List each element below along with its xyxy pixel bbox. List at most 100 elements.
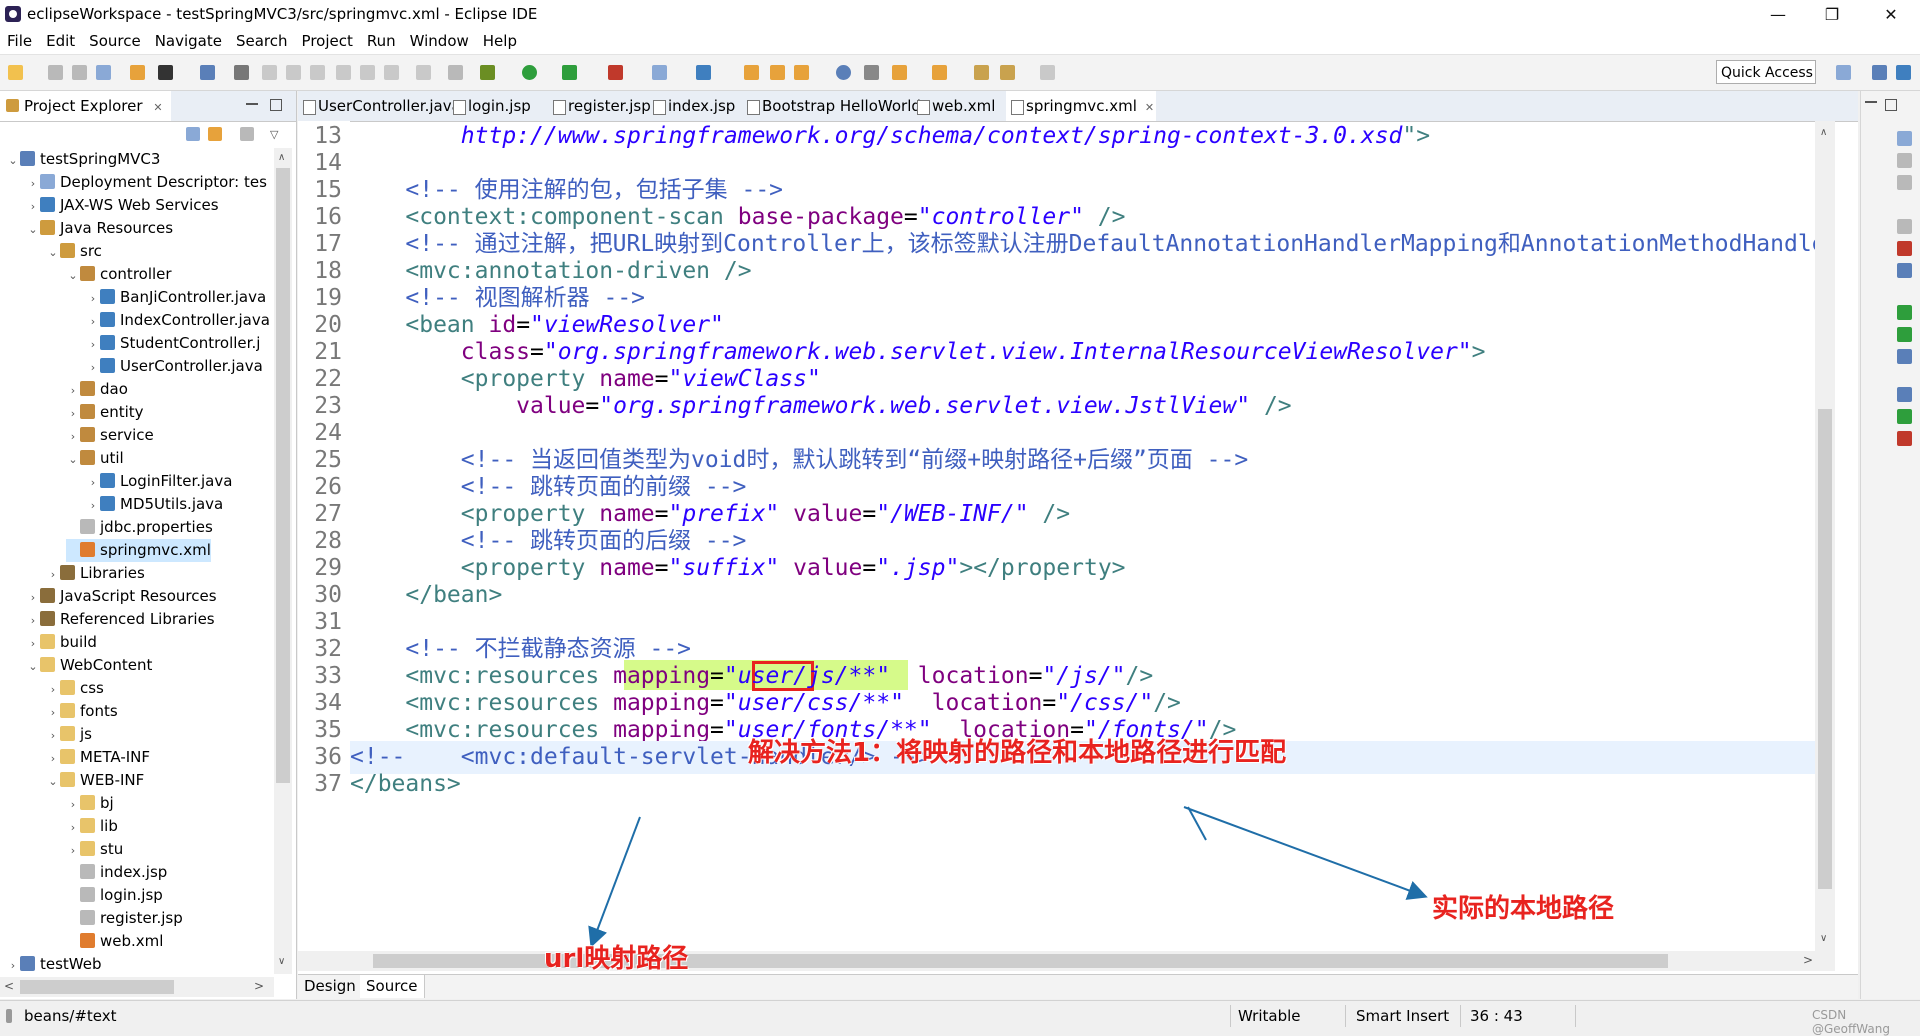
print-icon[interactable]	[96, 65, 111, 80]
chevron-down-icon[interactable]: ⌄	[66, 264, 80, 287]
menu-search[interactable]: Search	[229, 29, 295, 54]
close-view-icon[interactable]: ✕	[153, 101, 162, 114]
menu-run[interactable]: Run	[360, 29, 403, 54]
suspend-icon[interactable]	[286, 65, 301, 80]
save-all-icon[interactable]	[72, 65, 87, 80]
web-browser-icon[interactable]	[836, 65, 851, 80]
resume-icon[interactable]	[262, 65, 277, 80]
horizontal-scrollbar-thumb[interactable]	[20, 980, 174, 994]
maximize-view-icon[interactable]	[270, 99, 282, 111]
step-return-icon[interactable]	[384, 65, 399, 80]
chevron-right-icon[interactable]: ›	[46, 701, 60, 724]
tree-item-stu[interactable]: › stu	[66, 838, 123, 861]
tree-item-testspringmvc3[interactable]: ⌄ testSpringMVC3	[6, 148, 160, 171]
progress-view-icon[interactable]	[1897, 387, 1912, 402]
editor-tab-bootstrap-helloworld[interactable]: Bootstrap HelloWorld	[742, 91, 932, 121]
menu-help[interactable]: Help	[476, 29, 524, 54]
chevron-right-icon[interactable]: ›	[86, 333, 100, 356]
chevron-down-icon[interactable]: ▽	[270, 128, 278, 141]
tree-item-libraries[interactable]: › Libraries	[46, 562, 145, 585]
minimize-editor-icon[interactable]	[1865, 101, 1877, 103]
view-menu-icon[interactable]	[240, 127, 254, 141]
new-icon[interactable]	[8, 65, 23, 80]
terminate-icon[interactable]	[310, 65, 325, 80]
chevron-right-icon[interactable]: ›	[26, 195, 40, 218]
tree-item-jdbc-properties[interactable]: jdbc.properties	[66, 516, 213, 539]
tree-item-entity[interactable]: › entity	[66, 401, 144, 424]
project-explorer-tab[interactable]: Project Explorer ✕	[0, 91, 171, 121]
menu-window[interactable]: Window	[403, 29, 476, 54]
tree-item-web-xml[interactable]: web.xml	[66, 930, 163, 953]
problems-view-icon[interactable]	[1897, 409, 1912, 424]
run-icon[interactable]	[522, 65, 537, 80]
tree-item-fonts[interactable]: › fonts	[46, 700, 118, 723]
markers-view-icon[interactable]	[1897, 219, 1912, 234]
chevron-right-icon[interactable]: ›	[46, 678, 60, 701]
search-view-icon[interactable]	[1897, 431, 1912, 446]
servers-view-icon[interactable]	[1897, 263, 1912, 278]
menu-project[interactable]: Project	[295, 29, 360, 54]
chevron-right-icon[interactable]: ›	[86, 310, 100, 333]
tree-item-deployment-descriptor-tes[interactable]: › Deployment Descriptor: tes	[26, 171, 267, 194]
chevron-right-icon[interactable]: ›	[66, 816, 80, 839]
tree-item-usercontroller-java[interactable]: › UserController.java	[86, 355, 263, 378]
chevron-down-icon[interactable]: ⌄	[66, 448, 80, 471]
tab-design[interactable]: Design	[298, 975, 363, 998]
skip-breakpoints-icon[interactable]	[234, 65, 249, 80]
tree-item-dao[interactable]: › dao	[66, 378, 128, 401]
last-edit-location-icon[interactable]	[1040, 65, 1055, 80]
tree-item-src[interactable]: ⌄ src	[46, 240, 102, 263]
tree-item-javascript-resources[interactable]: › JavaScript Resources	[26, 585, 217, 608]
debug-icon[interactable]	[480, 65, 495, 80]
chevron-right-icon[interactable]: ›	[86, 356, 100, 379]
new-server-icon[interactable]	[652, 65, 667, 80]
tree-item-build[interactable]: › build	[26, 631, 97, 654]
project-explorer-horizontal-scrollbar[interactable]: < >	[0, 977, 274, 997]
scroll-up-icon[interactable]: ∧	[1820, 127, 1827, 138]
forward-icon[interactable]	[1000, 65, 1015, 80]
external-tools-icon[interactable]	[608, 65, 623, 80]
minimize-view-icon[interactable]	[246, 103, 258, 105]
menu-edit[interactable]: Edit	[39, 29, 82, 54]
chevron-right-icon[interactable]: ›	[66, 793, 80, 816]
use-step-filters-icon[interactable]	[448, 65, 463, 80]
scroll-right-icon[interactable]: >	[254, 979, 264, 993]
tree-item-webcontent[interactable]: ⌄ WebContent	[26, 654, 152, 677]
editor-horizontal-scrollbar[interactable]: >	[298, 951, 1835, 971]
data-source-explorer-icon[interactable]	[1897, 305, 1912, 320]
chevron-right-icon[interactable]: ›	[26, 632, 40, 655]
chevron-right-icon[interactable]: ›	[86, 287, 100, 310]
tree-item-indexcontroller-java[interactable]: › IndexController.java	[86, 309, 270, 332]
chevron-down-icon[interactable]: ⌄	[6, 149, 20, 172]
restore-button[interactable]: ❐	[1805, 0, 1859, 29]
outline-view-icon[interactable]	[1897, 131, 1912, 146]
chevron-right-icon[interactable]: ›	[26, 172, 40, 195]
tree-item-bj[interactable]: › bj	[66, 792, 114, 815]
tree-item-lib[interactable]: › lib	[66, 815, 118, 838]
drop-to-frame-icon[interactable]	[416, 65, 431, 80]
collapse-all-icon[interactable]	[186, 127, 200, 141]
toggle-annotation-icon[interactable]	[864, 65, 879, 80]
chevron-down-icon[interactable]: ⌄	[46, 770, 60, 793]
tree-item-md5utils-java[interactable]: › MD5Utils.java	[86, 493, 223, 516]
scroll-right-icon[interactable]: >	[1803, 953, 1813, 967]
chevron-right-icon[interactable]: ›	[86, 471, 100, 494]
open-type-icon[interactable]	[744, 65, 759, 80]
previous-annotation-icon[interactable]	[932, 65, 947, 80]
scroll-up-icon[interactable]: ∧	[278, 152, 285, 163]
open-task-icon[interactable]	[770, 65, 785, 80]
minimize-button[interactable]: —	[1751, 0, 1805, 29]
back-icon[interactable]	[974, 65, 989, 80]
properties-view-icon[interactable]	[1897, 241, 1912, 256]
step-over-icon[interactable]	[360, 65, 375, 80]
chevron-right-icon[interactable]: ›	[66, 379, 80, 402]
terminal-icon[interactable]	[200, 65, 215, 80]
save-icon[interactable]	[48, 65, 63, 80]
tree-item-controller[interactable]: ⌄ controller	[66, 263, 171, 287]
chevron-right-icon[interactable]: ›	[46, 724, 60, 747]
chevron-right-icon[interactable]: ›	[26, 586, 40, 609]
coverage-icon[interactable]	[562, 65, 577, 80]
close-tab-icon[interactable]: ✕	[1145, 101, 1154, 114]
java-ee-perspective-icon[interactable]	[1872, 65, 1887, 80]
chevron-right-icon[interactable]: ›	[46, 747, 60, 770]
